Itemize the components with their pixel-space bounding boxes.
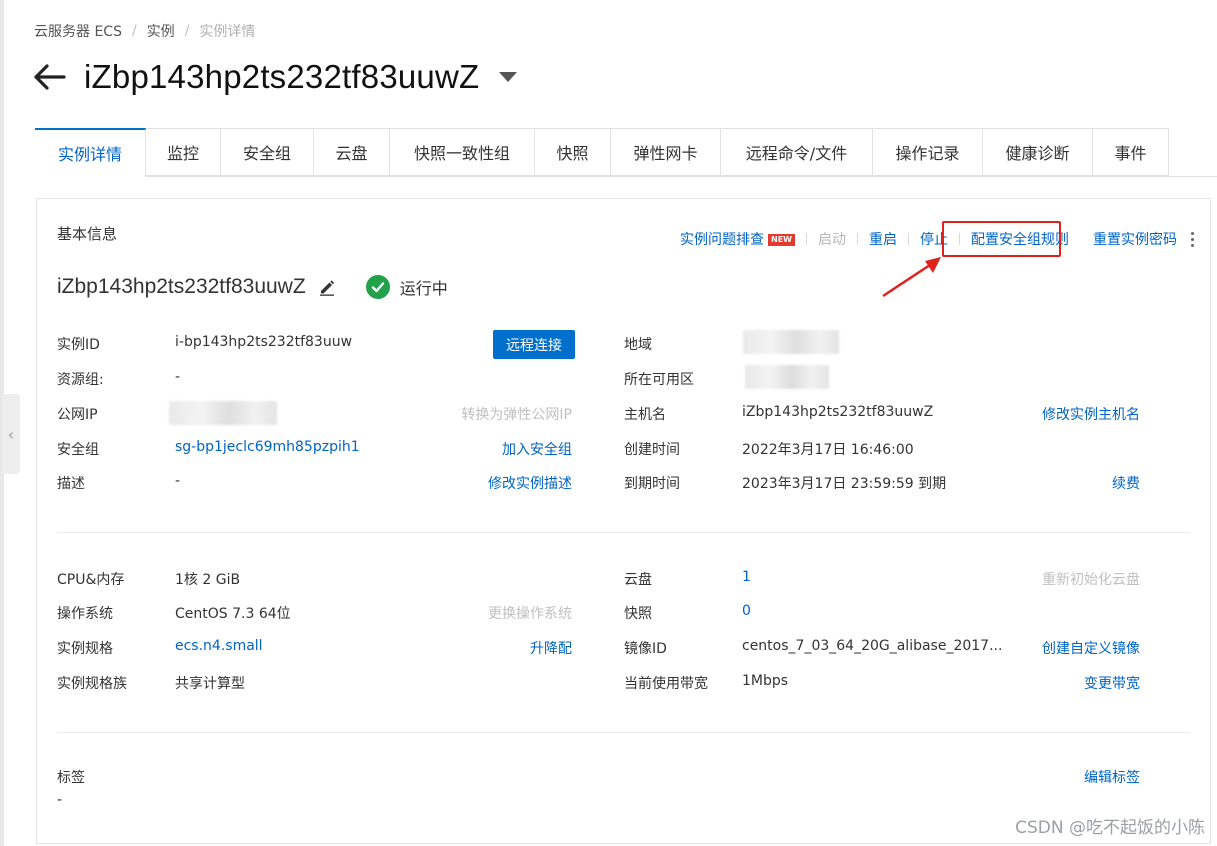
expire-time-value: 2023年3月17日 23:59:59 到期 [742, 476, 947, 492]
modify-hostname-link[interactable]: 修改实例主机名 [1042, 404, 1140, 424]
watermark: CSDN @吃不起饭的小陈 [1015, 818, 1205, 838]
create-custom-image-link[interactable]: 创建自定义镜像 [1042, 638, 1140, 658]
change-os-link[interactable]: 更换操作系统 [488, 603, 572, 623]
hostname-value: iZbp143hp2ts232tf83uuwZ [742, 404, 934, 420]
instance-actions: 实例问题排查 NEW 启动 重启 停止 配置安全组规则 重置实例密码 [680, 229, 1194, 249]
image-id-label: 镜像ID [624, 641, 667, 657]
remote-connect-button[interactable]: 远程连接 [493, 330, 575, 359]
region-label: 地域 [624, 337, 652, 353]
tab-snapshot[interactable]: 快照 [535, 128, 611, 176]
restart-button[interactable]: 重启 [869, 229, 897, 249]
tab-monitoring[interactable]: 监控 [146, 128, 221, 176]
divider [857, 233, 858, 245]
status-text: 运行中 [399, 279, 448, 298]
modify-description-link[interactable]: 修改实例描述 [488, 473, 572, 493]
breadcrumb: 云服务器 ECS / 实例 / 实例详情 [34, 21, 255, 41]
upgrade-downgrade-link[interactable]: 升降配 [530, 638, 572, 658]
more-vertical-icon[interactable] [1191, 231, 1194, 247]
tab-security-group[interactable]: 安全组 [221, 128, 314, 176]
breadcrumb-current: 实例详情 [199, 24, 256, 40]
cpu-memory-value: 1核 2 GiB [175, 572, 241, 588]
tab-eni[interactable]: 弹性网卡 [611, 128, 721, 176]
hostname-label: 主机名 [624, 407, 666, 423]
tab-instance-details[interactable]: 实例详情 [35, 128, 146, 177]
cpu-memory-label: CPU&内存 [57, 572, 125, 588]
page-title: iZbp143hp2ts232tf83uuwZ [84, 58, 480, 95]
image-id-value: centos_7_03_64_20G_alibase_2017... [742, 638, 1003, 654]
disk-label: 云盘 [624, 572, 652, 588]
created-time-value: 2022年3月17日 16:46:00 [742, 442, 914, 458]
created-time-label: 创建时间 [624, 442, 680, 458]
bandwidth-value: 1Mbps [742, 673, 789, 689]
breadcrumb-separator: / [131, 23, 137, 39]
section-divider [57, 532, 1190, 533]
instance-id-value: i-bp143hp2ts232tf83uuw [175, 334, 353, 350]
tags-label: 标签 [57, 770, 85, 786]
edit-tags-link[interactable]: 编辑标签 [1084, 767, 1140, 787]
resource-group-value: - [175, 369, 181, 385]
annotation-arrow-icon [882, 257, 941, 298]
back-arrow-icon[interactable] [34, 60, 68, 94]
section-title-basic-info: 基本信息 [57, 225, 118, 243]
zone-redacted [745, 365, 829, 389]
renew-link[interactable]: 续费 [1112, 473, 1140, 493]
troubleshoot-label: 实例问题排查 [680, 232, 765, 248]
start-button[interactable]: 启动 [818, 229, 846, 249]
chevron-left-icon: ‹ [7, 424, 15, 444]
breadcrumb-ecs[interactable]: 云服务器 ECS [34, 21, 122, 41]
snapshot-label: 快照 [624, 606, 652, 622]
resource-group-label: 资源组: [57, 372, 104, 388]
check-circle-icon [365, 275, 390, 299]
page-header: iZbp143hp2ts232tf83uuwZ [34, 58, 518, 96]
spec-family-value: 共享计算型 [175, 676, 245, 692]
public-ip-redacted [169, 401, 277, 425]
divider [908, 233, 909, 245]
spec-family-label: 实例规格族 [57, 676, 127, 692]
breadcrumb-instances[interactable]: 实例 [147, 21, 175, 41]
tab-snapshot-consistency-group[interactable]: 快照一致性组 [390, 128, 535, 176]
snapshot-count-link[interactable]: 0 [742, 603, 751, 619]
os-value: CentOS 7.3 64位 [175, 606, 291, 622]
instance-spec-link[interactable]: ecs.n4.small [175, 638, 263, 654]
instance-spec-label: 实例规格 [57, 641, 113, 657]
join-security-group-link[interactable]: 加入安全组 [502, 439, 572, 459]
tab-bar: 实例详情 监控 安全组 云盘 快照一致性组 快照 弹性网卡 远程命令/文件 操作… [35, 128, 1217, 177]
convert-eip-link[interactable]: 转换为弹性公网IP [461, 404, 572, 424]
disk-count-link[interactable]: 1 [742, 569, 751, 585]
instance-name: iZbp143hp2ts232tf83uuwZ [57, 275, 306, 298]
tab-remote-command[interactable]: 远程命令/文件 [721, 128, 873, 176]
tab-health-diagnosis[interactable]: 健康诊断 [983, 128, 1093, 176]
instance-title-row: iZbp143hp2ts232tf83uuwZ 运行中 [57, 275, 448, 299]
description-value: - [175, 473, 181, 489]
divider [806, 233, 807, 245]
breadcrumb-separator: / [184, 23, 190, 39]
troubleshoot-link[interactable]: 实例问题排查 NEW [680, 229, 795, 249]
expire-time-label: 到期时间 [624, 476, 680, 492]
tab-operation-log[interactable]: 操作记录 [873, 128, 983, 176]
change-bandwidth-link[interactable]: 变更带宽 [1084, 673, 1140, 693]
region-redacted [743, 330, 839, 354]
bandwidth-label: 当前使用带宽 [624, 676, 708, 692]
sidebar-collapse-handle[interactable]: ‹ [2, 394, 20, 474]
description-label: 描述 [57, 476, 85, 492]
security-group-label: 安全组 [57, 442, 99, 458]
edit-icon[interactable] [318, 278, 336, 296]
public-ip-label: 公网IP [57, 407, 98, 423]
section-divider [57, 732, 1190, 733]
new-badge: NEW [768, 234, 795, 246]
caret-down-icon[interactable] [499, 72, 518, 82]
instance-status: 运行中 [365, 275, 448, 299]
instance-id-label: 实例ID [57, 337, 100, 353]
tags-value: - [57, 792, 63, 808]
reset-password-button[interactable]: 重置实例密码 [1093, 229, 1177, 249]
zone-label: 所在可用区 [624, 372, 694, 388]
tab-baseline [35, 176, 1217, 177]
security-group-link[interactable]: sg-bp1jeclc69mh85pzpih1 [175, 439, 360, 455]
tab-events[interactable]: 事件 [1093, 128, 1169, 176]
tab-disk[interactable]: 云盘 [314, 128, 390, 176]
os-label: 操作系统 [57, 606, 113, 622]
reinit-disk-link[interactable]: 重新初始化云盘 [1042, 569, 1140, 589]
basic-info-card: 基本信息 实例问题排查 NEW 启动 重启 停止 配置安全组规则 重置实例密码 i… [36, 198, 1211, 844]
annotation-highlight-box [942, 221, 1061, 257]
